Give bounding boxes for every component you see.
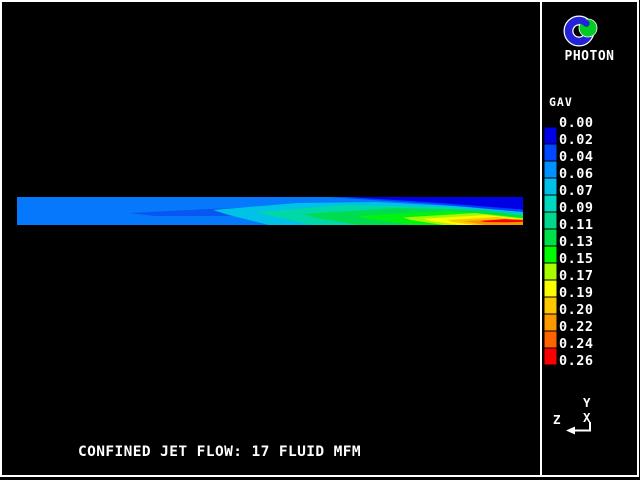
legend-value: 0.17: [559, 268, 594, 285]
legend-swatch: [544, 161, 557, 178]
legend-swatch: [544, 263, 557, 280]
legend-value: 0.13: [559, 234, 594, 251]
brand-label: PHOTON: [541, 49, 638, 64]
legend-swatch: [544, 195, 557, 212]
axis-label-y: Y: [583, 395, 591, 410]
legend-value: 0.20: [559, 302, 594, 319]
legend-swatch: [544, 297, 557, 314]
axis-label-z: Z: [553, 412, 561, 427]
contour-band: [17, 197, 523, 225]
legend-value: 0.22: [559, 319, 594, 336]
legend-swatch: [544, 314, 557, 331]
legend-swatch: [544, 229, 557, 246]
legend-value: 0.26: [559, 353, 594, 370]
axis-arrowhead-icon: [566, 427, 575, 435]
legend-swatch: [544, 246, 557, 263]
legend-value: 0.11: [559, 217, 594, 234]
legend-swatch: [544, 144, 557, 161]
axis-triad: Y X Z: [552, 394, 606, 440]
legend-value: 0.02: [559, 132, 594, 149]
legend-swatch: [544, 348, 557, 365]
photon-window: CONFINED JET FLOW: 17 FLUID MFM PHOTON G…: [0, 0, 640, 480]
legend-value: 0.07: [559, 183, 594, 200]
legend-swatch: [544, 127, 557, 144]
legend-swatch: [544, 212, 557, 229]
plot-viewport[interactable]: CONFINED JET FLOW: 17 FLUID MFM: [2, 2, 540, 475]
legend-swatch: [544, 280, 557, 297]
axis-label-x: X: [583, 410, 591, 425]
logo-blue-hook: [579, 21, 586, 24]
sidebar-divider: [540, 0, 542, 477]
legend-swatch: [544, 178, 557, 195]
legend-value: 0.24: [559, 336, 594, 353]
legend-value: 0.04: [559, 149, 594, 166]
legend-value: 0.00: [559, 115, 594, 132]
legend-value: 0.06: [559, 166, 594, 183]
plot-caption: CONFINED JET FLOW: 17 FLUID MFM: [78, 444, 361, 460]
photon-logo-icon: [562, 12, 602, 50]
legend-swatch: [544, 331, 557, 348]
legend-value: 0.15: [559, 251, 594, 268]
legend-value: 0.19: [559, 285, 594, 302]
legend-value-list: 0.00 0.02 0.04 0.06 0.07 0.09 0.11 0.13 …: [559, 115, 594, 370]
legend-value: 0.09: [559, 200, 594, 217]
legend-title: GAV: [549, 95, 573, 109]
legend-color-bar: [544, 127, 557, 365]
